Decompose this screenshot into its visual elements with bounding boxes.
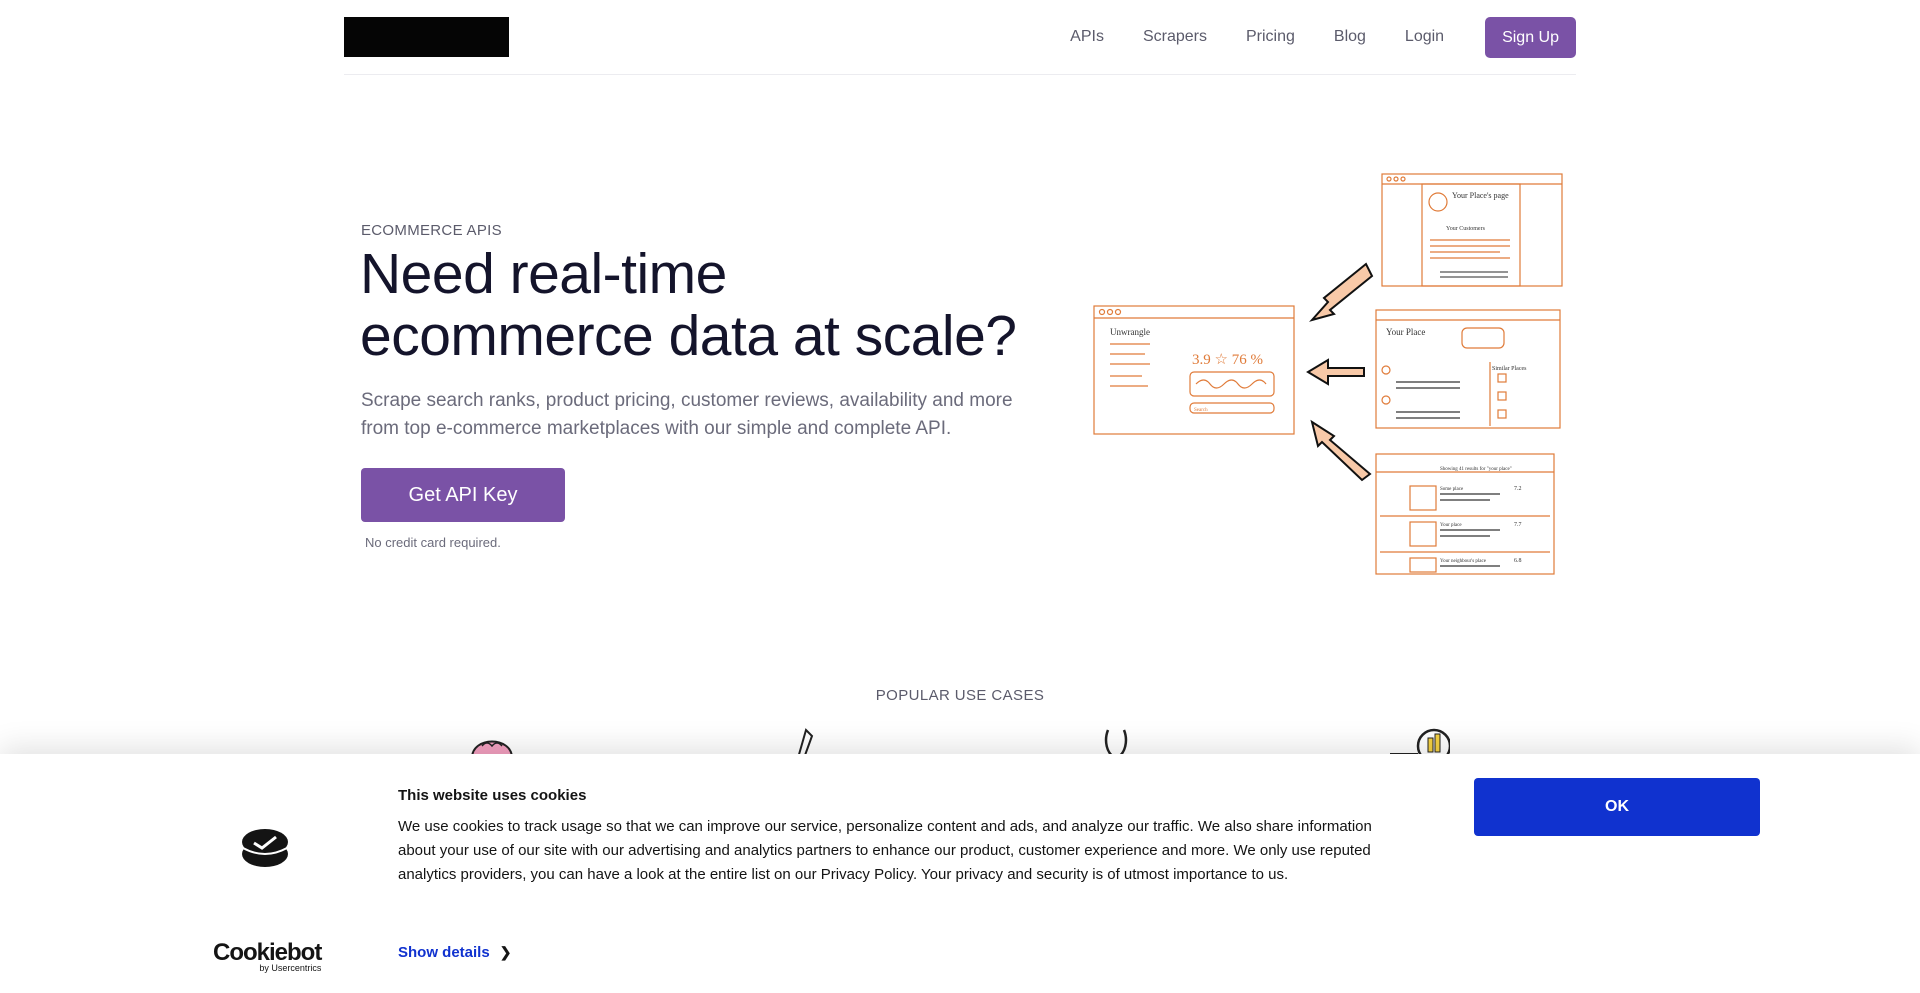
show-details-label: Show details: [398, 944, 490, 961]
arrow-bottom: [1310, 419, 1372, 482]
cookie-text: We use cookies to track usage so that we…: [398, 818, 1372, 883]
hero-title: Need real-time ecommerce data at scale?: [360, 243, 1020, 367]
chevron-right-icon: ❯: [499, 944, 512, 960]
arrow-top: [1309, 262, 1374, 322]
sketch-page-title: Your Place's page: [1452, 191, 1509, 200]
no-credit-card-note: No credit card required.: [365, 535, 501, 550]
sketch-similar: Similar Places: [1492, 366, 1527, 372]
cookiebot-logo: Cookiebot by Usercentrics: [213, 939, 322, 973]
nav-link-blog[interactable]: Blog: [1334, 28, 1366, 46]
use-cases-title: POPULAR USE CASES: [875, 687, 1045, 704]
cookiebot-mark-icon: [242, 829, 288, 867]
sketch-row-2-score: 7.7: [1514, 522, 1522, 528]
sketch-place-title: Your Place: [1386, 327, 1425, 337]
hero-illustration: Unwrangle 3.9 ☆ 76 % Search Your Place's…: [1093, 173, 1563, 575]
hero-subtitle: Scrape search ranks, product pricing, cu…: [361, 387, 1061, 443]
search-results-sketch: [1375, 453, 1555, 575]
sketch-search: Search: [1194, 408, 1208, 413]
sketch-row-1-score: 7.2: [1514, 486, 1522, 492]
nav-link-login[interactable]: Login: [1405, 28, 1444, 46]
sketch-title: Unwrangle: [1110, 327, 1150, 337]
site-logo[interactable]: [344, 17, 509, 57]
main-nav: APIs Scrapers Pricing Blog Login Sign Up: [1070, 16, 1576, 58]
hero-title-line-1: Need real-time: [360, 242, 727, 306]
cookie-ok-button[interactable]: OK: [1474, 778, 1760, 836]
cookie-title: This website uses cookies: [398, 787, 587, 804]
hero-subtitle-line-1: Scrape search ranks, product pricing, cu…: [361, 390, 1013, 411]
arrow-middle: [1306, 358, 1365, 386]
nav-link-pricing[interactable]: Pricing: [1246, 28, 1295, 46]
sketch-results: Showing 41 results for "your place": [1440, 467, 1512, 472]
dashboard-sketch: [1093, 305, 1295, 435]
site-header: APIs Scrapers Pricing Blog Login Sign Up: [344, 0, 1576, 75]
sketch-row-1: Some place: [1440, 487, 1464, 492]
sketch-customers: Your Customers: [1446, 226, 1486, 232]
sketch-row-2: Your place: [1440, 523, 1462, 528]
cookie-banner: Cookiebot by Usercentrics This website u…: [0, 754, 1920, 993]
nav-link-apis[interactable]: APIs: [1070, 28, 1104, 46]
sketch-row-3-score: 6.8: [1514, 558, 1522, 564]
nav-link-scrapers[interactable]: Scrapers: [1143, 28, 1207, 46]
show-details-link[interactable]: Show details ❯: [398, 944, 511, 961]
get-api-key-button[interactable]: Get API Key: [361, 468, 565, 522]
hero-eyebrow: ECOMMERCE APIS: [361, 222, 502, 239]
arrows: [1306, 262, 1374, 482]
hero-subtitle-line-2: from top e-commerce marketplaces with ou…: [361, 418, 952, 439]
sketch-row-3: Your neighbour's place: [1440, 559, 1487, 564]
hero-title-line-2: ecommerce data at scale?: [360, 304, 1017, 368]
sketch-stats: 3.9 ☆ 76 %: [1192, 352, 1263, 368]
signup-button[interactable]: Sign Up: [1485, 16, 1576, 58]
